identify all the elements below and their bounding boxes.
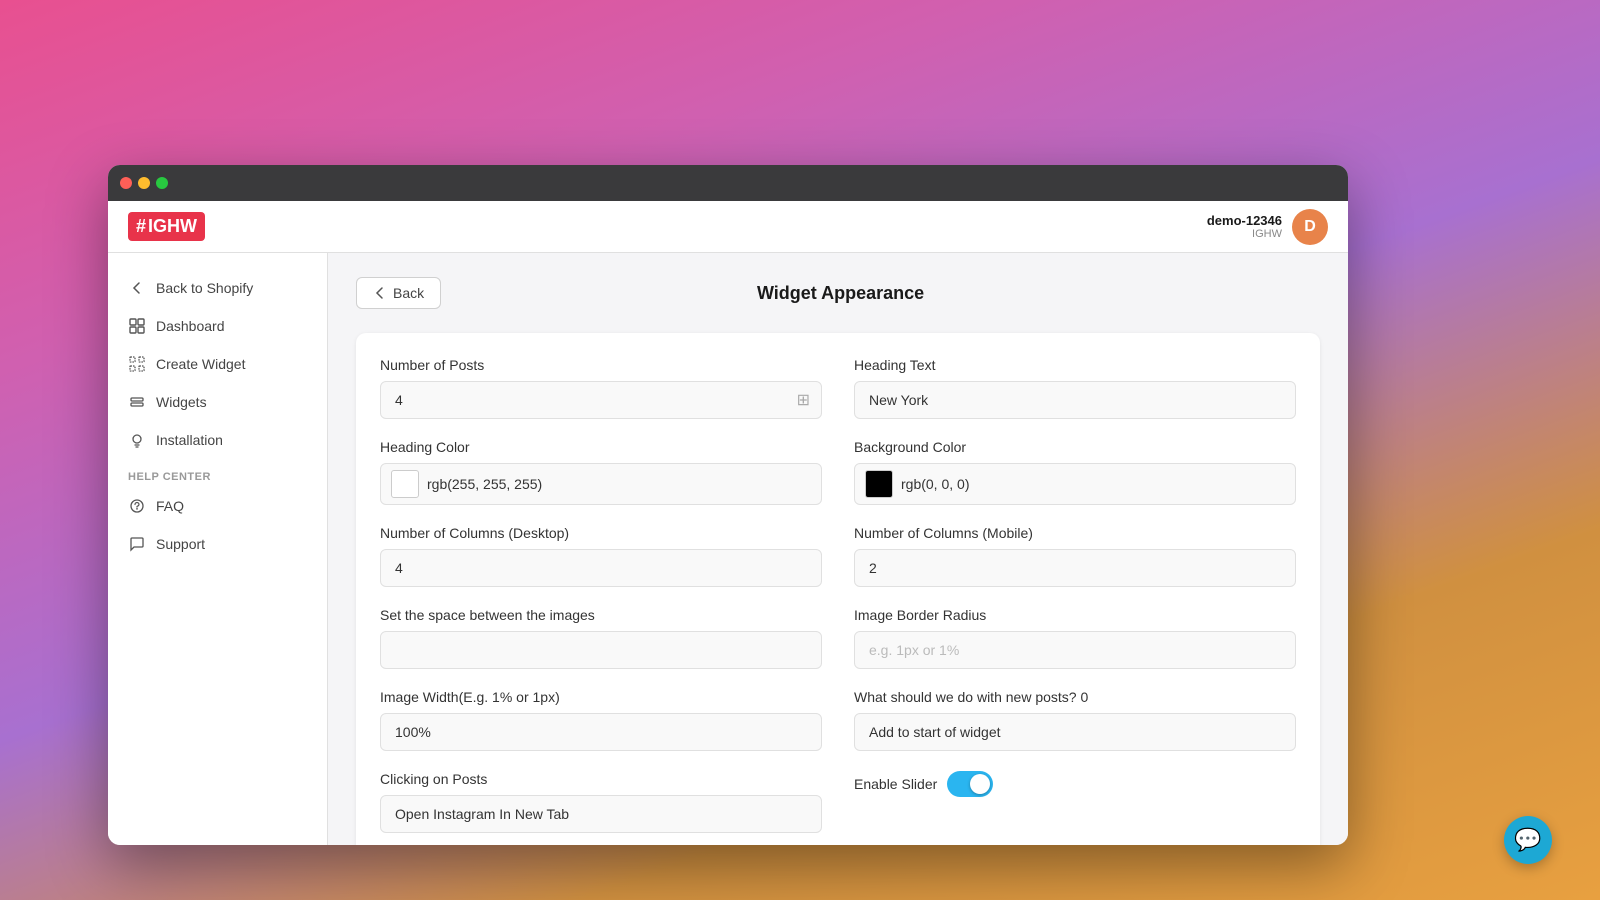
clicking-posts-group: Clicking on Posts <box>380 771 822 833</box>
traffic-lights <box>120 177 168 189</box>
num-posts-label: Number of Posts <box>380 357 822 373</box>
heading-color-value: rgb(255, 255, 255) <box>427 476 542 492</box>
app-header: # IGHW demo-12346 IGHW D <box>108 201 1348 253</box>
columns-mobile-label: Number of Columns (Mobile) <box>854 525 1296 541</box>
columns-desktop-group: Number of Columns (Desktop) <box>380 525 822 587</box>
enable-slider-row: Enable Slider <box>854 771 1296 797</box>
heading-color-group: Heading Color rgb(255, 255, 255) <box>380 439 822 505</box>
new-posts-group: What should we do with new posts? 0 <box>854 689 1296 751</box>
avatar: D <box>1292 209 1328 245</box>
page-title: Widget Appearance <box>461 283 1220 304</box>
app-logo: # IGHW <box>128 212 205 241</box>
bulb-icon <box>128 431 146 449</box>
image-width-group: Image Width(E.g. 1% or 1px) <box>380 689 822 751</box>
columns-mobile-group: Number of Columns (Mobile) <box>854 525 1296 587</box>
background-color-swatch[interactable] <box>865 470 893 498</box>
minimize-button[interactable] <box>138 177 150 189</box>
enable-slider-toggle[interactable] <box>947 771 993 797</box>
space-images-input[interactable] <box>380 631 822 669</box>
sidebar: Back to Shopify Dashboard <box>108 253 328 845</box>
sidebar-item-installation[interactable]: Installation <box>108 421 327 459</box>
sidebar-item-label: Create Widget <box>156 356 245 372</box>
maximize-button[interactable] <box>156 177 168 189</box>
titlebar <box>108 165 1348 201</box>
background-color-group: Background Color rgb(0, 0, 0) <box>854 439 1296 505</box>
space-images-label: Set the space between the images <box>380 607 822 623</box>
layers-icon <box>128 393 146 411</box>
heading-text-group: Heading Text <box>854 357 1296 419</box>
logo-hash: # <box>136 216 146 237</box>
content-area: Back Widget Appearance Number of Posts ⊞ <box>328 253 1348 845</box>
sidebar-item-label: Widgets <box>156 394 207 410</box>
sidebar-item-support[interactable]: Support <box>108 525 327 563</box>
sidebar-item-dashboard[interactable]: Dashboard <box>108 307 327 345</box>
chat-widget-button[interactable]: 💬 <box>1504 816 1552 864</box>
form-card: Number of Posts ⊞ Heading Text <box>356 333 1320 845</box>
form-grid: Number of Posts ⊞ Heading Text <box>380 357 1296 833</box>
sidebar-item-label: Support <box>156 536 205 552</box>
heading-color-input-row: rgb(255, 255, 255) <box>380 463 822 505</box>
background-color-input-row: rgb(0, 0, 0) <box>854 463 1296 505</box>
heading-color-label: Heading Color <box>380 439 822 455</box>
columns-mobile-input[interactable] <box>854 549 1296 587</box>
enable-slider-group: Enable Slider <box>854 771 1296 833</box>
space-images-group: Set the space between the images <box>380 607 822 669</box>
sidebar-item-widgets[interactable]: Widgets <box>108 383 327 421</box>
plus-grid-icon <box>128 355 146 373</box>
new-posts-input[interactable] <box>854 713 1296 751</box>
sidebar-item-back-shopify[interactable]: Back to Shopify <box>108 269 327 307</box>
background-color-value: rgb(0, 0, 0) <box>901 476 969 492</box>
background-color-label: Background Color <box>854 439 1296 455</box>
columns-desktop-input[interactable] <box>380 549 822 587</box>
logo-text: IGHW <box>148 216 197 237</box>
heading-text-input[interactable] <box>854 381 1296 419</box>
chat-widget-icon: 💬 <box>1514 827 1541 853</box>
heading-color-swatch[interactable] <box>391 470 419 498</box>
enable-slider-label: Enable Slider <box>854 776 937 792</box>
sidebar-item-label: FAQ <box>156 498 184 514</box>
image-border-input[interactable] <box>854 631 1296 669</box>
sidebar-item-label: Installation <box>156 432 223 448</box>
grid-icon <box>128 317 146 335</box>
arrow-left-icon <box>128 279 146 297</box>
back-button[interactable]: Back <box>356 277 441 309</box>
heading-text-label: Heading Text <box>854 357 1296 373</box>
sidebar-item-label: Back to Shopify <box>156 280 253 296</box>
clicking-posts-label: Clicking on Posts <box>380 771 822 787</box>
image-border-group: Image Border Radius <box>854 607 1296 669</box>
user-info: demo-12346 IGHW D <box>1207 209 1328 245</box>
new-posts-label: What should we do with new posts? 0 <box>854 689 1296 705</box>
user-name: demo-12346 <box>1207 213 1282 228</box>
close-button[interactable] <box>120 177 132 189</box>
user-details: demo-12346 IGHW <box>1207 213 1282 240</box>
sidebar-item-label: Dashboard <box>156 318 225 334</box>
sidebar-item-faq[interactable]: FAQ <box>108 487 327 525</box>
image-width-label: Image Width(E.g. 1% or 1px) <box>380 689 822 705</box>
grid-input-icon: ⊞ <box>797 390 810 410</box>
num-posts-input-wrap: ⊞ <box>380 381 822 419</box>
chat-bubble-icon <box>128 535 146 553</box>
clicking-posts-input[interactable] <box>380 795 822 833</box>
image-width-input[interactable] <box>380 713 822 751</box>
num-posts-group: Number of Posts ⊞ <box>380 357 822 419</box>
main-layout: Back to Shopify Dashboard <box>108 253 1348 845</box>
page-header: Back Widget Appearance <box>356 277 1320 309</box>
back-label: Back <box>393 285 424 301</box>
user-subtitle: IGHW <box>1207 228 1282 240</box>
columns-desktop-label: Number of Columns (Desktop) <box>380 525 822 541</box>
image-border-label: Image Border Radius <box>854 607 1296 623</box>
num-posts-input[interactable] <box>380 381 822 419</box>
sidebar-item-create-widget[interactable]: Create Widget <box>108 345 327 383</box>
help-section-label: HELP CENTER <box>108 459 327 487</box>
circle-question-icon <box>128 497 146 515</box>
